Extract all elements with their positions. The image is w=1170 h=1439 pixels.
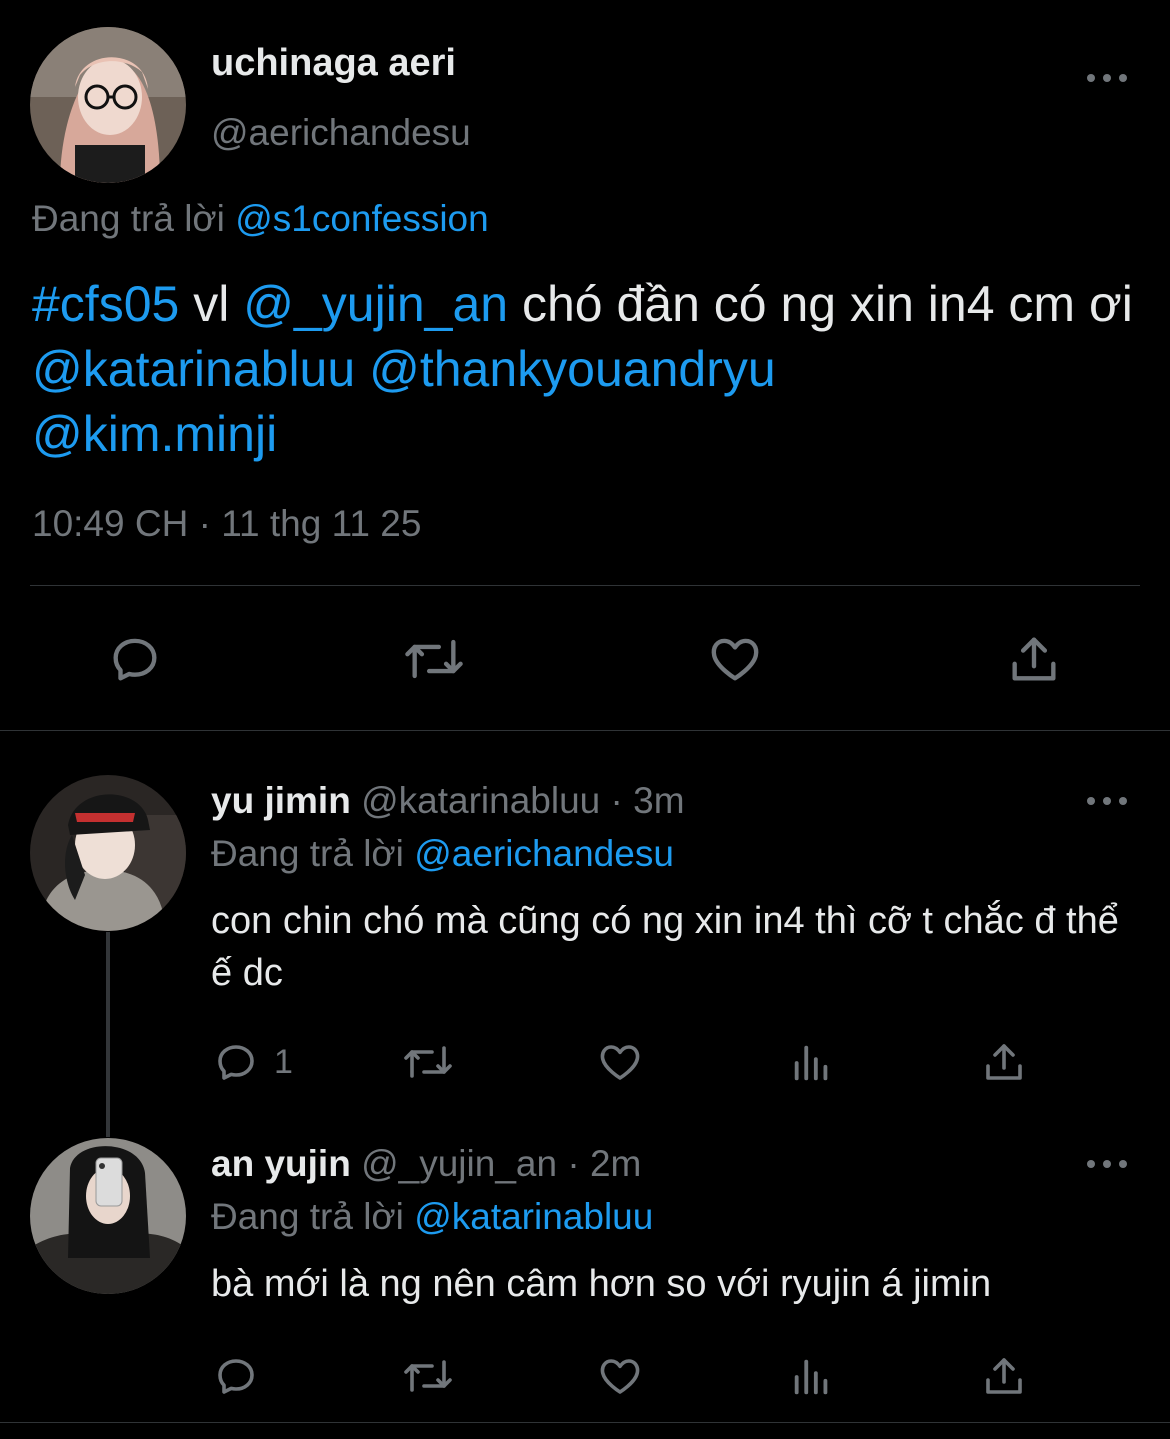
mention-link[interactable]: @kim.minji <box>32 406 277 462</box>
tweet-text: #cfs05 vl @_yujin_an chó đần có ng xin i… <box>32 272 1152 467</box>
more-options-icon[interactable] <box>1087 795 1127 807</box>
share-icon[interactable] <box>980 1352 1028 1400</box>
reply-author-name[interactable]: yu jimin <box>211 780 351 821</box>
replying-to: Đang trả lời @s1confession <box>32 198 489 240</box>
divider <box>30 585 1140 586</box>
replying-to-link[interactable]: @s1confession <box>235 198 489 239</box>
replying-to: Đang trả lời @katarinabluu <box>211 1196 653 1238</box>
reply-text: bà mới là ng nên câm hơn so với ryujin á… <box>211 1263 992 1305</box>
tweet-text-part: vl <box>179 276 244 332</box>
like-icon[interactable] <box>706 630 764 688</box>
reply-author-handle[interactable]: @_yujin_an <box>361 1143 557 1184</box>
retweet-icon[interactable] <box>400 1352 456 1400</box>
mention-link[interactable]: @_yujin_an <box>243 276 508 332</box>
share-icon[interactable] <box>1005 630 1063 688</box>
reply-time[interactable]: · 2m <box>567 1143 641 1184</box>
divider <box>0 1422 1170 1423</box>
like-icon[interactable] <box>596 1038 644 1086</box>
views-icon[interactable] <box>790 1040 834 1086</box>
avatar[interactable] <box>30 27 186 183</box>
retweet-icon[interactable] <box>400 630 468 688</box>
hashtag-link[interactable]: #cfs05 <box>32 276 179 332</box>
avatar[interactable] <box>30 775 186 931</box>
divider <box>0 730 1170 731</box>
more-options-icon[interactable] <box>1087 1158 1127 1170</box>
replying-prefix: Đang trả lời <box>211 833 404 874</box>
mention-link[interactable]: @katarinabluu <box>32 341 355 397</box>
reply-header: an yujin @_yujin_an · 2m <box>211 1143 641 1185</box>
author-name[interactable]: uchinaga aeri <box>211 42 456 85</box>
reply-count: 1 <box>274 1043 293 1081</box>
share-icon[interactable] <box>980 1038 1028 1086</box>
reply-header: yu jimin @katarinabluu · 3m <box>211 780 685 822</box>
views-icon[interactable] <box>790 1354 834 1400</box>
timestamp[interactable]: 10:49 CH · 11 thg 11 25 <box>32 503 421 545</box>
reply-icon[interactable] <box>212 1352 260 1400</box>
reply-author-name[interactable]: an yujin <box>211 1143 351 1184</box>
tweet-text-part <box>355 341 369 397</box>
author-handle[interactable]: @aerichandesu <box>211 112 471 154</box>
avatar[interactable] <box>30 1138 186 1294</box>
reply-icon[interactable] <box>106 630 164 688</box>
mention-link[interactable]: @thankyouandryu <box>369 341 776 397</box>
like-icon[interactable] <box>596 1352 644 1400</box>
tweet-text-part: chó đần có ng xin in4 cm ơi <box>508 276 1133 332</box>
reply-author-handle[interactable]: @katarinabluu <box>361 780 600 821</box>
replying-prefix: Đang trả lời <box>32 198 225 239</box>
reply-icon[interactable] <box>212 1038 260 1086</box>
reply-time[interactable]: · 3m <box>611 780 685 821</box>
reply-text: con chin chó mà cũng có ng xin in4 thì c… <box>211 900 1119 994</box>
more-options-icon[interactable] <box>1087 72 1127 84</box>
replying-prefix: Đang trả lời <box>211 1196 404 1237</box>
thread-line <box>106 932 110 1137</box>
replying-to: Đang trả lời @aerichandesu <box>211 833 674 875</box>
replying-to-link[interactable]: @aerichandesu <box>414 833 674 874</box>
replying-to-link[interactable]: @katarinabluu <box>414 1196 653 1237</box>
retweet-icon[interactable] <box>400 1038 456 1086</box>
